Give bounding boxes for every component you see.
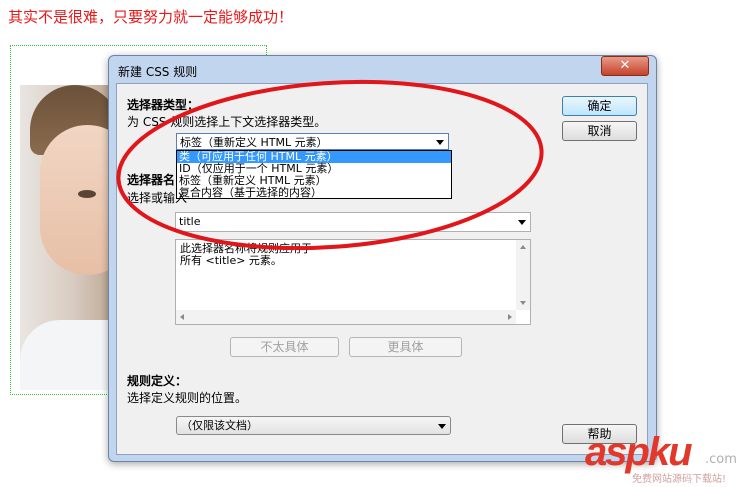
rule-definition-heading: 规则定义： [127,374,188,388]
rule-location-select[interactable]: （仅限该文档） [176,416,451,435]
scroll-left-icon[interactable] [180,314,184,320]
more-specific-button[interactable]: 更具体 [349,337,462,357]
child-photo [20,85,113,390]
scroll-up-icon[interactable] [520,245,526,249]
selector-type-heading: 选择器类型： [127,98,200,112]
rule-definition-description: 选择定义规则的位置。 [127,391,248,405]
watermark-domain: .com [705,452,737,467]
option-compound[interactable]: 复合内容（基于选择的内容） [177,187,451,199]
vertical-scrollbar[interactable] [516,240,530,310]
ok-button[interactable]: 确定 [562,96,637,116]
rule-location-value: （仅限该文档） [181,419,258,432]
dialog-title: 新建 CSS 规则 [118,65,198,79]
scroll-down-icon[interactable] [520,301,526,305]
selector-type-select[interactable]: 标签（重新定义 HTML 元素） [176,133,449,150]
horizontal-scrollbar[interactable] [176,310,516,324]
close-button[interactable]: ✕ [601,56,649,76]
cancel-button[interactable]: 取消 [562,121,637,141]
chevron-down-icon[interactable] [436,140,444,145]
chevron-down-icon[interactable] [438,424,446,429]
selector-preview-box: 此选择器名称将规则应用于 所有 <title> 元素。 [175,239,531,325]
selector-type-dropdown: 类（可应用于任何 HTML 元素） ID（仅应用于一个 HTML 元素） 标签（… [176,150,452,199]
selector-type-value: 标签（重新定义 HTML 元素） [180,136,328,149]
chevron-down-icon[interactable] [518,220,526,225]
selector-name-description: 选择或输入 [127,191,188,205]
watermark-subtitle: 免费网站源码下载站! [632,474,727,485]
selector-name-value: title [179,215,201,228]
preview-line-2: 所有 <title> 元素。 [180,254,282,267]
watermark-logo: aspku [585,430,693,474]
selector-name-heading: 选择器名 [127,173,176,187]
selector-type-description: 为 CSS 规则选择上下文选择器类型。 [127,115,327,129]
scroll-right-icon[interactable] [508,314,512,320]
caption-text: 其实不是很难，只要努力就一定能够成功！ [8,8,294,26]
selector-name-input[interactable]: title [175,212,531,232]
close-icon: ✕ [619,58,631,73]
less-specific-button[interactable]: 不太具体 [230,337,339,357]
